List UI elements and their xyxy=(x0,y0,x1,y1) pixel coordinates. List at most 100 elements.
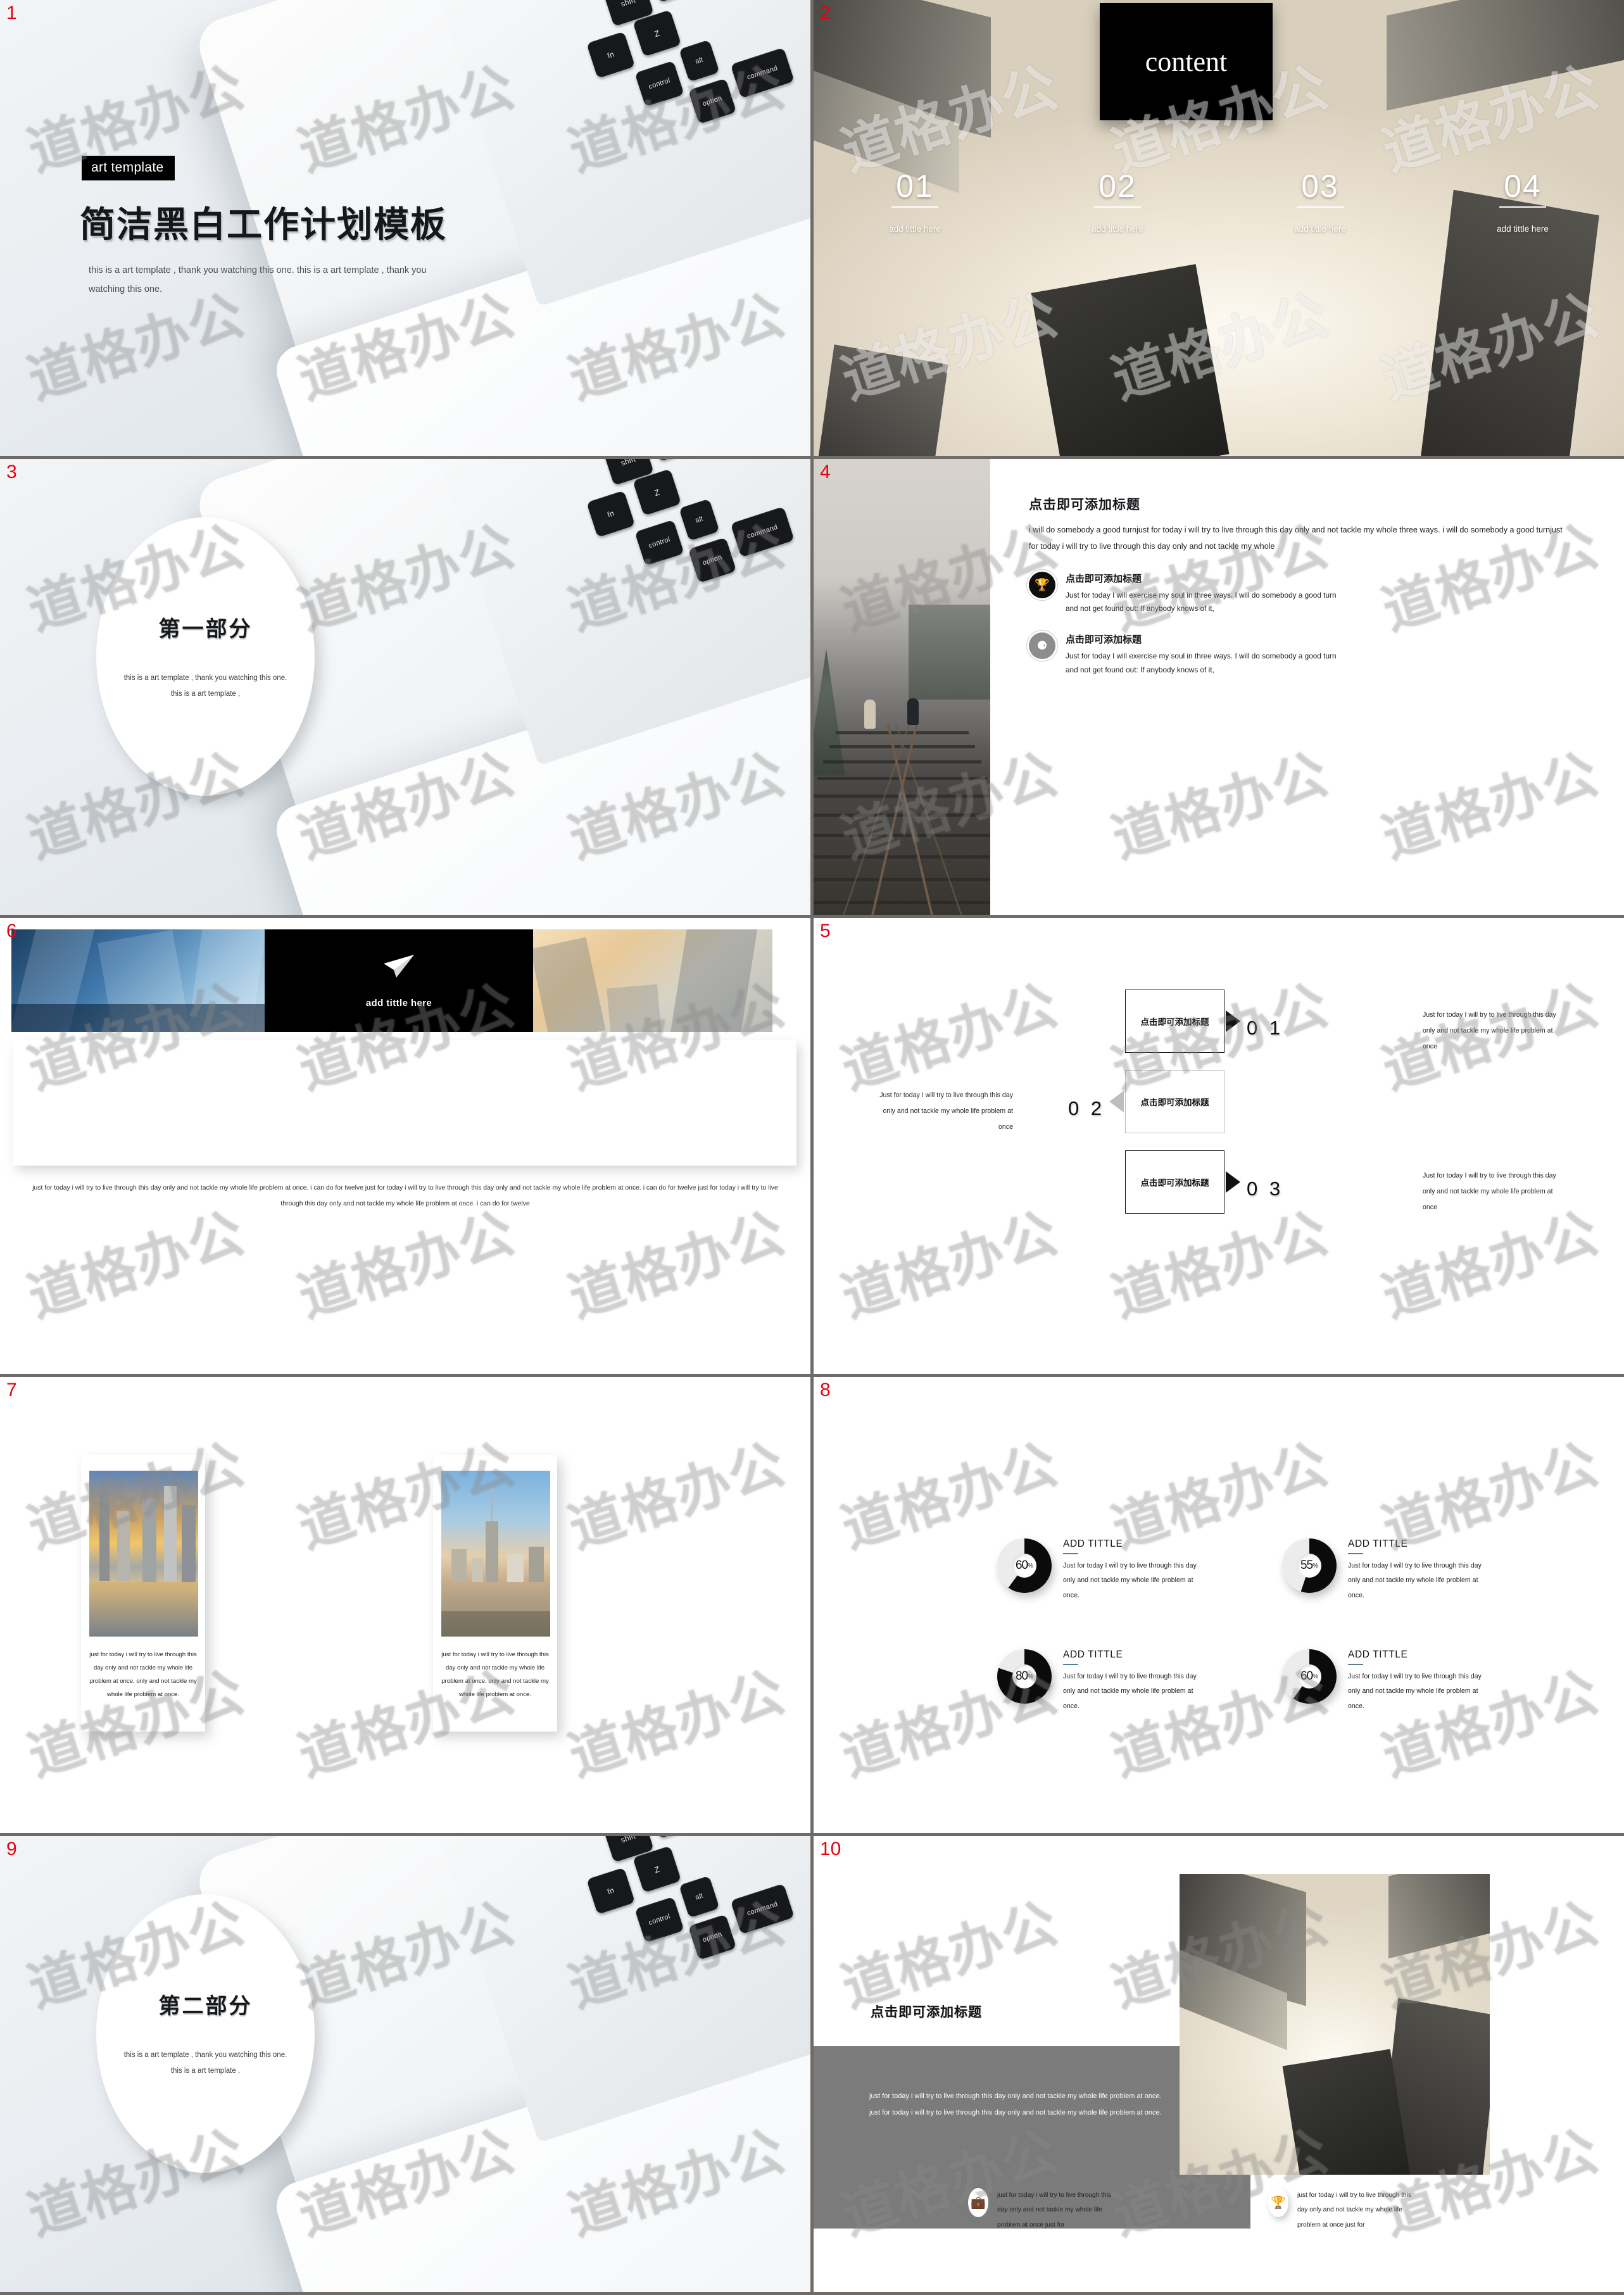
photo-caption: just for today i will try to live throug… xyxy=(89,1651,197,1699)
item-label: add tittle here xyxy=(889,224,941,234)
accent-bar xyxy=(1348,1553,1363,1554)
center-label: add tittle here xyxy=(365,997,432,1009)
section-subtitle: this is a art template , thank you watch… xyxy=(123,674,287,698)
item-underline xyxy=(891,206,938,208)
slide-9[interactable]: caps lock Q shift A fn Z control alt opt… xyxy=(0,1836,810,2292)
photo-card-1[interactable]: just for today i will try to live throug… xyxy=(81,1455,205,1732)
photo-sunlit-towers xyxy=(533,929,772,1032)
railway-photo xyxy=(814,459,990,915)
donut-chart-1: 60% xyxy=(997,1538,1052,1593)
stat-title: ADD TITTLE xyxy=(1063,1538,1123,1549)
person-right xyxy=(907,698,919,725)
slide-grid: caps lock Q shift A fn Z control alt opt… xyxy=(0,0,1624,2295)
content-items: 01 add tittle here 02 add tittle here 03… xyxy=(814,168,1624,234)
building-center-bottom xyxy=(1031,264,1230,456)
content-item-04[interactable]: 04 add tittle here xyxy=(1421,168,1624,234)
step-box-1[interactable]: 点击即可添加标题 xyxy=(1125,990,1224,1053)
donut-chart-2: 55% xyxy=(1282,1538,1337,1593)
image-strip-frame xyxy=(13,1040,796,1166)
section-subtitle: this is a art template , thank you watch… xyxy=(123,2051,287,2075)
step-number-2: 0 2 xyxy=(1068,1097,1105,1119)
section-paragraph: just for today i will try to live throug… xyxy=(869,2092,1162,2117)
content-item-02[interactable]: 02 add tittle here xyxy=(1016,168,1219,234)
slide-5[interactable]: add tittle here just for today i will tr… xyxy=(0,918,810,1374)
content-title-box: content xyxy=(1100,3,1273,120)
bullet-item-2[interactable]: 🏆 just for today i will try to live thro… xyxy=(1268,2188,1423,2232)
step-text-2: Just for today I will try to live throug… xyxy=(879,1091,1013,1131)
building-upper-right xyxy=(1388,1874,1490,1959)
slide-4[interactable]: 点击即可添加标题 i will do somebody a good turnj… xyxy=(814,459,1624,915)
donut-center-label: 60% xyxy=(1297,1664,1321,1688)
slide-number: 9 xyxy=(6,1839,17,1859)
step-box-2[interactable]: 点击即可添加标题 xyxy=(1125,1070,1224,1133)
center-title-panel: add tittle here xyxy=(265,929,533,1032)
image-strip: add tittle here xyxy=(11,929,772,1032)
item-label: add tittle here xyxy=(1497,224,1549,234)
content-item-01[interactable]: 01 add tittle here xyxy=(814,168,1016,234)
stat-text: Just for today I will try to live throug… xyxy=(1348,1673,1482,1710)
stat-title: ADD TITTLE xyxy=(1063,1649,1123,1660)
compass-icon: ⚈ xyxy=(1029,632,1055,660)
accent-bar xyxy=(1348,1664,1363,1665)
item-number: 04 xyxy=(1504,168,1542,204)
slide-8[interactable]: 60% ADD TITTLE Just for today I will try… xyxy=(814,1377,1624,1833)
stat-item-1[interactable]: 60% ADD TITTLE Just for today I will try… xyxy=(997,1538,1202,1603)
slide-number: 8 xyxy=(820,1380,831,1400)
briefcase-icon: 💼 xyxy=(968,2188,988,2217)
stat-title: ADD TITTLE xyxy=(1348,1649,1408,1660)
slide-7[interactable]: just for today i will try to live throug… xyxy=(0,1377,810,1833)
slide-number: 6 xyxy=(6,921,17,941)
photo-caption: just for today i will try to live throug… xyxy=(441,1651,549,1699)
watermark: 道格办公 道格办公 道格办公 道格办公 道格办公 道格办公 xyxy=(834,1431,1607,1789)
art-template-tag-wrap: art template xyxy=(82,156,175,180)
cityscape-photo xyxy=(1180,1874,1490,2175)
donut-center-label: 60% xyxy=(1012,1554,1036,1578)
bullet-item-1[interactable]: 💼 just for today i will try to live thro… xyxy=(968,2188,1123,2232)
stat-text: Just for today I will try to live throug… xyxy=(1063,1673,1197,1710)
building-bottom-left xyxy=(818,344,948,456)
stat-item-3[interactable]: 80% ADD TITTLE Just for today I will try… xyxy=(997,1649,1202,1714)
step-text-1: Just for today I will try to live throug… xyxy=(1423,1011,1556,1050)
section-heading: 点击即可添加标题 xyxy=(1029,497,1140,512)
stat-item-4[interactable]: 60% ADD TITTLE Just for today I will try… xyxy=(1282,1649,1487,1714)
strip-caption: just for today i will try to live throug… xyxy=(32,1185,778,1208)
bullet-title: 点击即可添加标题 xyxy=(1066,634,1142,646)
item-number: 01 xyxy=(896,168,934,204)
item-label: add tittle here xyxy=(1294,224,1346,234)
bullet-text: just for today i will try to live throug… xyxy=(1297,2192,1412,2229)
section-heading: 点击即可添加标题 xyxy=(871,2004,982,2020)
paper-plane-icon xyxy=(384,954,414,978)
slide-number: 1 xyxy=(6,3,17,23)
section-title: 第二部分 xyxy=(158,1994,253,2020)
section-paragraph: i will do somebody a good turnjust for t… xyxy=(1029,525,1563,551)
item-number: 02 xyxy=(1098,168,1136,204)
bullet-item-1[interactable]: 🏆 点击即可添加标题 Just for today I will exercis… xyxy=(1029,571,1597,617)
trophy-icon: 🏆 xyxy=(1029,571,1055,598)
item-underline xyxy=(1297,206,1344,208)
slide-number: 3 xyxy=(6,462,17,482)
bullet-title: 点击即可添加标题 xyxy=(1066,572,1142,584)
section-oval: 第一部分 this is a art template , thank you … xyxy=(96,517,315,796)
building-center-bottom xyxy=(1282,2049,1413,2175)
bullet-text: Just for today I will exercise my soul i… xyxy=(1066,651,1337,675)
slide-1[interactable]: caps lock Q shift A fn Z control alt opt… xyxy=(0,0,810,456)
slide-number: 10 xyxy=(820,1839,841,1859)
step-text-3: Just for today I will try to live throug… xyxy=(1423,1172,1556,1211)
accent-bar xyxy=(1063,1664,1078,1665)
slide-10[interactable]: 点击即可添加标题 just for today i will try to li… xyxy=(814,1836,1624,2292)
slide-2[interactable]: content 01 add tittle here 02 add tittle… xyxy=(814,0,1624,456)
slide-number: 4 xyxy=(820,462,831,482)
bullet-item-2[interactable]: ⚈ 点击即可添加标题 Just for today I will exercis… xyxy=(1029,632,1597,677)
step-number-3: 0 3 xyxy=(1247,1178,1284,1200)
slide-4-content: 点击即可添加标题 i will do somebody a good turnj… xyxy=(1004,459,1624,915)
page-subtitle: this is a art template , thank you watch… xyxy=(89,265,427,295)
stat-item-2[interactable]: 55% ADD TITTLE Just for today I will try… xyxy=(1282,1538,1487,1603)
slide-3[interactable]: caps lock Q shift A fn Z control alt opt… xyxy=(0,459,810,915)
photo-card-2[interactable]: just for today i will try to live throug… xyxy=(433,1455,557,1732)
watermark: 道格办公 道格办公 道格办公 道格办公 道格办公 道格办公 xyxy=(834,972,1607,1330)
item-underline xyxy=(1499,206,1546,208)
step-box-3[interactable]: 点击即可添加标题 xyxy=(1125,1150,1224,1214)
content-label: content xyxy=(1145,46,1228,77)
slide-6[interactable]: 点击即可添加标题 0 1 Just for today I will try t… xyxy=(814,918,1624,1374)
content-item-03[interactable]: 03 add tittle here xyxy=(1219,168,1421,234)
